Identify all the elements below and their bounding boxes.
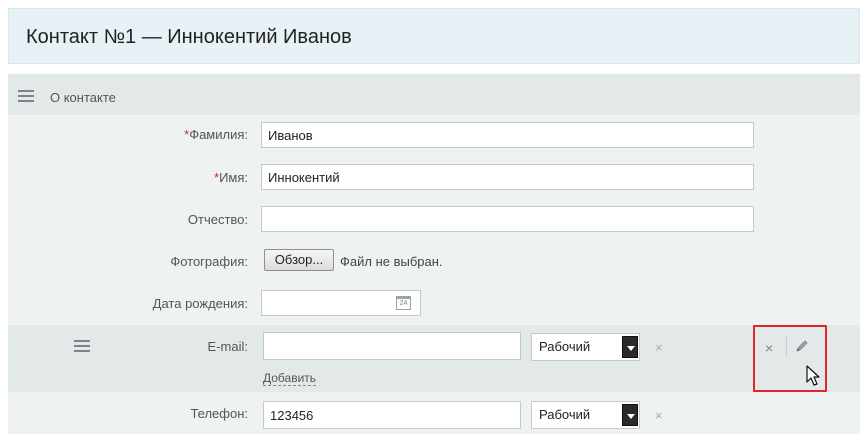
mouse-cursor-icon: [806, 365, 820, 386]
browse-button[interactable]: Обзор...: [264, 249, 334, 271]
phone-label: Телефон:: [190, 406, 248, 421]
divider: [786, 335, 787, 357]
chevron-down-icon[interactable]: [622, 404, 638, 426]
drag-handle-icon[interactable]: [18, 90, 34, 102]
email-label: E-mail:: [207, 339, 248, 354]
calendar-icon[interactable]: 24: [396, 296, 411, 310]
chevron-down-icon[interactable]: [622, 336, 638, 358]
patronymic-label: Отчество:: [187, 212, 248, 227]
email-remove-icon[interactable]: ×: [655, 340, 663, 355]
pencil-icon[interactable]: [794, 338, 810, 354]
page-header: Контакт №1 — Иннокентий Иванов: [8, 8, 860, 64]
file-status: Файл не выбран.: [340, 254, 443, 269]
phone-type-select[interactable]: Рабочий: [531, 401, 640, 429]
photo-label: Фотография:: [170, 254, 248, 269]
name-input[interactable]: [261, 164, 754, 190]
birthdate-label: Дата рождения:: [152, 296, 248, 311]
email-type-select[interactable]: Рабочий: [531, 333, 640, 361]
page-title: Контакт №1 — Иннокентий Иванов: [26, 26, 352, 48]
phone-input[interactable]: [263, 401, 521, 429]
email-type-value: Рабочий: [539, 339, 591, 354]
phone-remove-icon[interactable]: ×: [655, 408, 663, 423]
surname-label: *Фамилия:: [184, 127, 248, 142]
add-email-link[interactable]: Добавить: [263, 371, 317, 386]
phone-type-value: Рабочий: [539, 407, 591, 422]
surname-input[interactable]: [261, 122, 754, 148]
email-input[interactable]: [263, 332, 521, 360]
name-label: *Имя:: [214, 170, 248, 185]
section-title: О контакте: [50, 90, 116, 105]
section-header[interactable]: О контакте: [8, 75, 860, 115]
patronymic-input[interactable]: [261, 206, 754, 232]
delete-field-icon[interactable]: ×: [765, 340, 773, 356]
